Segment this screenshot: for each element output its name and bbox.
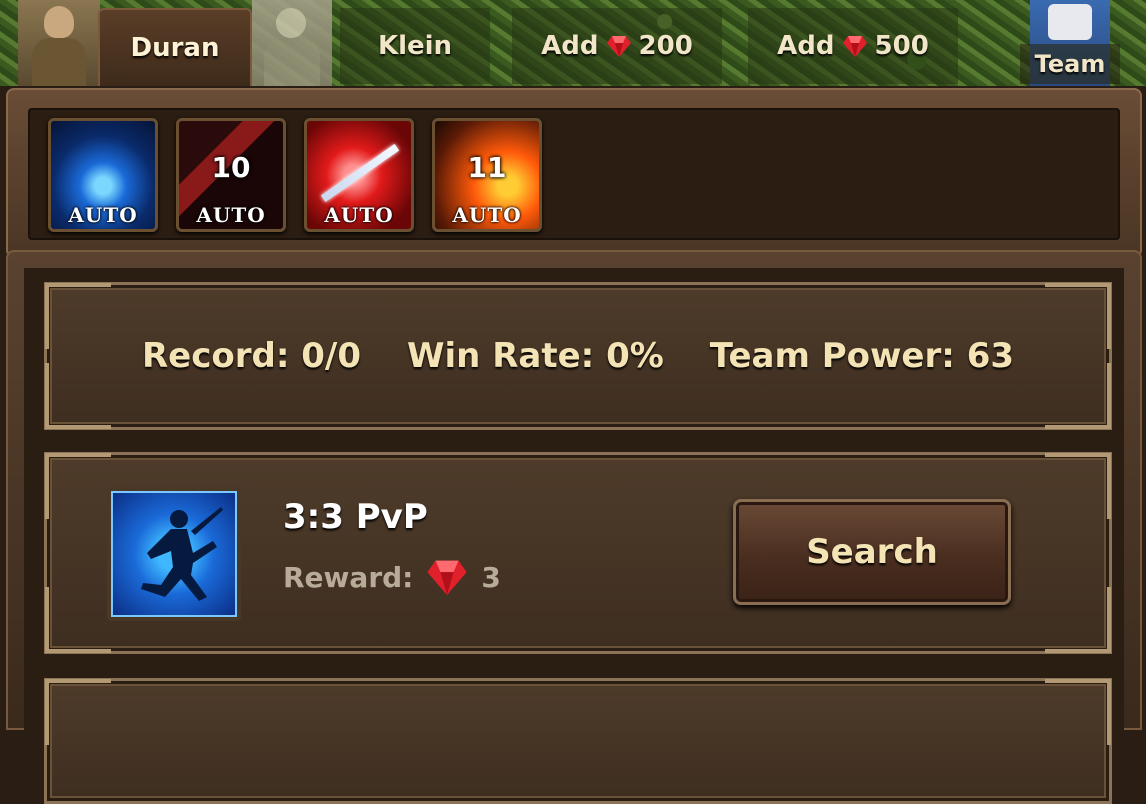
skill-slot-fire-hammer[interactable]: 11 AUTO	[432, 118, 542, 232]
tab-duran-label: Duran	[130, 33, 220, 63]
skill-auto-label: AUTO	[68, 203, 138, 227]
record-stat: Record: 0/0	[141, 336, 361, 376]
skill-auto-label: AUTO	[324, 203, 394, 227]
frame-corner	[45, 283, 111, 349]
skill-cooldown-count: 11	[467, 151, 507, 184]
arena-content: Record: 0/0 Win Rate: 0% Team Power: 63 …	[24, 268, 1124, 804]
skill-slot-red-blade[interactable]: AUTO	[304, 118, 414, 232]
frame-corner	[45, 587, 111, 653]
tab-klein-label: Klein	[377, 31, 453, 61]
add-label: Add	[777, 31, 835, 61]
skills-panel: AUTO 10 AUTO AUTO 11 AUTO	[6, 88, 1142, 258]
search-button-label: Search	[806, 532, 938, 572]
add-slot-500-button[interactable]: Add 500	[748, 8, 958, 84]
stats-row: Record: 0/0 Win Rate: 0% Team Power: 63	[47, 285, 1109, 427]
frame-corner	[1045, 587, 1111, 653]
search-button[interactable]: Search	[733, 499, 1011, 605]
pvp-mode-card: 3:3 PvP Reward: 3 Search	[44, 452, 1112, 654]
skills-tray: AUTO 10 AUTO AUTO 11 AUTO	[28, 108, 1120, 240]
skill-slot-blue-flame[interactable]: AUTO	[48, 118, 158, 232]
klein-portrait	[252, 0, 332, 86]
frame-corner	[45, 679, 111, 745]
team-power-stat: Team Power: 63	[709, 336, 1015, 376]
reward-amount: 3	[481, 560, 501, 594]
top-banner: Duran Klein Add 200 Add 500 Team	[0, 0, 1146, 86]
tab-klein[interactable]: Klein	[340, 8, 490, 84]
skill-auto-label: AUTO	[196, 203, 266, 227]
tab-team-label: Team	[1034, 50, 1106, 78]
gem-icon	[427, 559, 468, 595]
gem-icon	[606, 35, 631, 57]
skill-auto-label: AUTO	[452, 203, 522, 227]
add-amount: 200	[638, 31, 693, 61]
stats-card: Record: 0/0 Win Rate: 0% Team Power: 63	[44, 282, 1112, 430]
reward-label: Reward:	[283, 560, 414, 594]
add-slot-200-button[interactable]: Add 200	[512, 8, 722, 84]
add-label: Add	[541, 31, 599, 61]
duran-portrait	[18, 0, 100, 86]
pvp-reward: Reward: 3	[283, 559, 501, 595]
arena-frame: Record: 0/0 Win Rate: 0% Team Power: 63 …	[6, 250, 1142, 804]
tab-team[interactable]: Team	[1020, 44, 1120, 84]
frame-corner	[1045, 679, 1111, 745]
frame-corner	[1045, 453, 1111, 519]
skill-cooldown-count: 10	[211, 151, 251, 184]
pvp-mode-title: 3:3 PvP	[283, 497, 428, 537]
gem-icon	[842, 35, 867, 57]
add-amount: 500	[874, 31, 929, 61]
tab-duran[interactable]: Duran	[98, 8, 252, 86]
fighter-silhouette-icon	[107, 487, 241, 621]
win-rate-stat: Win Rate: 0%	[407, 336, 664, 376]
skill-slot-dark-slash[interactable]: 10 AUTO	[176, 118, 286, 232]
next-mode-card	[44, 678, 1112, 804]
frame-corner	[45, 453, 111, 519]
